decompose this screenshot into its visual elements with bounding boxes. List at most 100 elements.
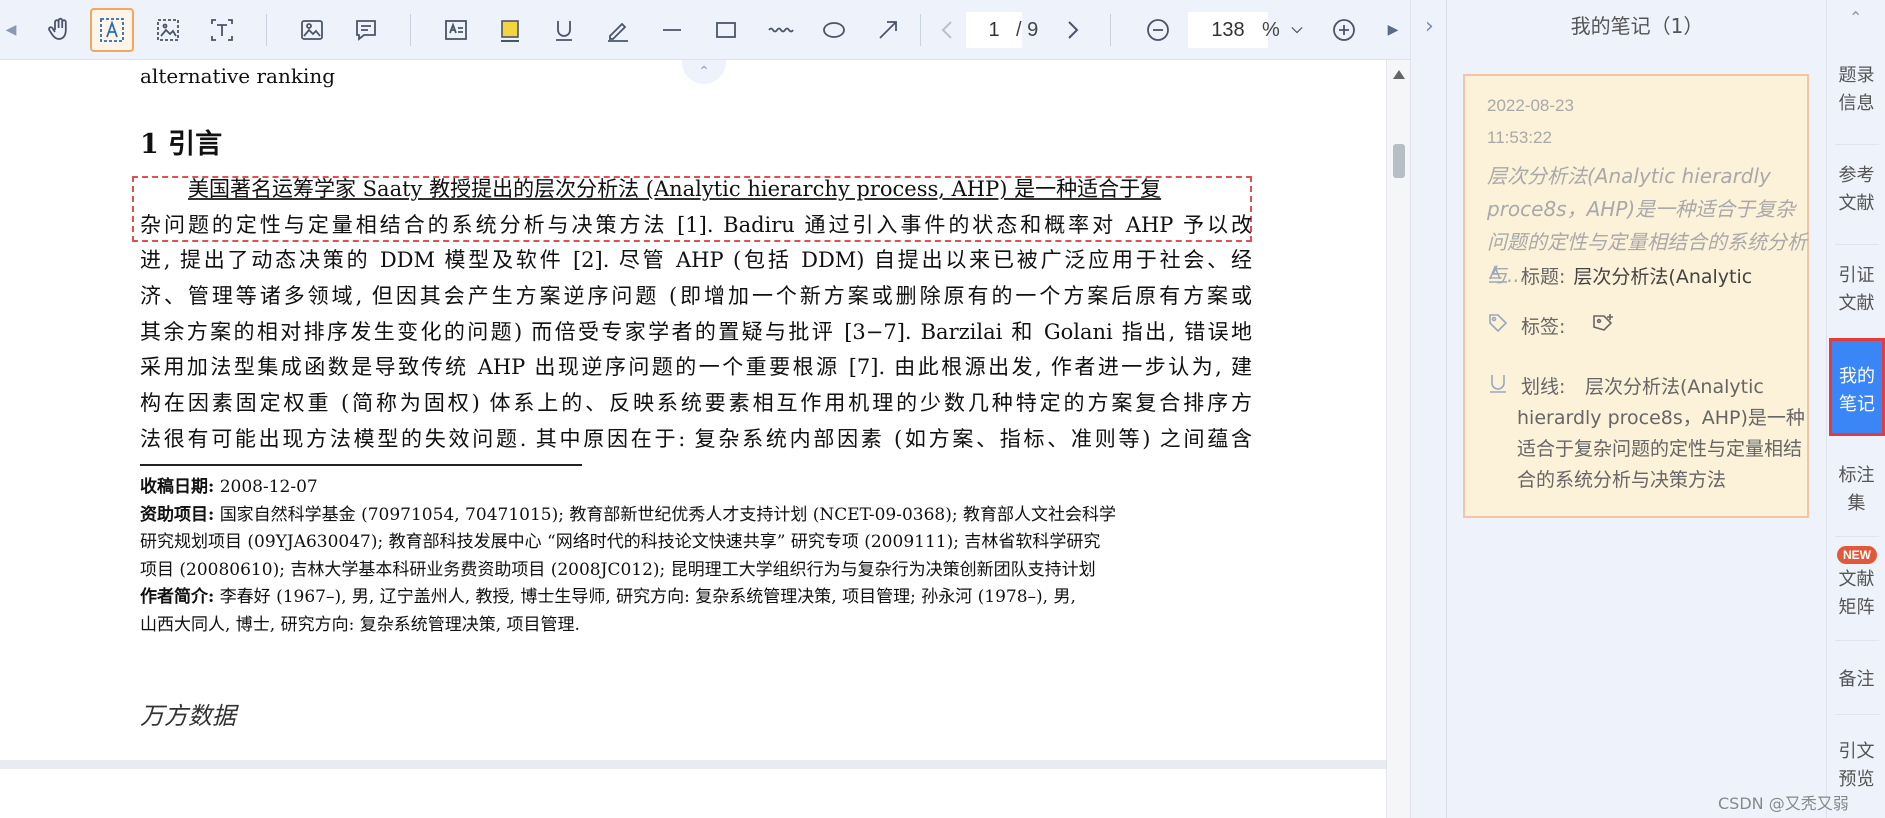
note-date: 2022-08-23 [1487, 96, 1574, 115]
note-title-row: 标题: 层次分析法(Analytic [1487, 262, 1752, 289]
pdf-page: ⌃ alternative ranking 1 引言 美国著名运筹学家 Saat… [0, 60, 1386, 768]
note-title-label: 标题: [1521, 266, 1566, 288]
panel-toggle-strip: › [1410, 0, 1446, 818]
toolbar-scroll-left-icon[interactable]: ◀ [4, 18, 18, 42]
text-annotation-icon [1487, 262, 1521, 289]
wavy-line-tool-icon[interactable] [758, 8, 802, 52]
funding-line: 资助项目: 国家自然科学基金 (70971054, 70471015); 教育部… [140, 502, 1252, 530]
collapse-panel-chevron-icon[interactable]: › [1425, 14, 1434, 39]
highlight-tool-icon[interactable] [488, 8, 532, 52]
watermark-credit: CSDN @又秃又弱 [1718, 794, 1849, 813]
tab-citing-literature[interactable]: 引证 文献 [1827, 262, 1885, 318]
tab-label: 题录 [1838, 65, 1875, 86]
next-page-icon[interactable] [1050, 8, 1094, 52]
tab-annotation-set[interactable]: 标注 集 [1827, 462, 1885, 518]
underline-tool-icon[interactable] [542, 8, 586, 52]
tab-label: 文献 [1838, 569, 1875, 590]
arrow-tool-icon[interactable] [866, 8, 910, 52]
paragraph-line: 采用加法型集成函数是导致传统 AHP 出现逆序问题的一个重要根源 [7]. 由此… [140, 355, 1252, 380]
zoom-level-input[interactable]: 138 [1188, 12, 1268, 48]
tab-divider [1835, 144, 1879, 145]
toolbar-divider [266, 14, 267, 46]
prev-page-icon[interactable] [926, 8, 970, 52]
line-tool-icon[interactable] [650, 8, 694, 52]
tab-label: 参考 [1838, 165, 1875, 186]
section-heading: 1 引言 [140, 129, 223, 160]
tab-label: 标注 [1838, 465, 1875, 486]
tab-label: 文献 [1838, 193, 1875, 214]
zoom-in-icon[interactable] [1322, 8, 1366, 52]
footnote-block: 收稿日期: 2008-12-07 资助项目: 国家自然科学基金 (7097105… [140, 474, 1252, 639]
next-page-area [0, 760, 1386, 818]
text-box-tool-icon[interactable] [200, 8, 244, 52]
text-annotation-icon[interactable] [434, 8, 478, 52]
paragraph-line: 杂问题的定性与定量相结合的系统分析与决策方法 [1]. Badiru 通过引入事… [140, 212, 1252, 237]
insert-image-tool-icon[interactable] [290, 8, 334, 52]
new-badge: NEW [1837, 546, 1877, 564]
received-date-label: 收稿日期: [140, 477, 215, 497]
funding-line: 项目 (20080610); 吉林大学基本科研业务费资助项目 (2008JC01… [140, 559, 1096, 580]
received-date-value: 2008-12-07 [219, 477, 318, 497]
add-tag-icon[interactable] [1591, 312, 1617, 341]
tab-citation-preview[interactable]: 引文 预览 [1827, 738, 1885, 794]
funding-text: 国家自然科学基金 (70971054, 70471015); 教育部新世纪优秀人… [219, 504, 1116, 525]
annotation-toolbar: ◀ 1 / 9 138 % ▶ [0, 0, 1410, 60]
toolbar-divider [1110, 14, 1111, 46]
tab-label: 引文 [1838, 741, 1875, 762]
note-underline-text: 层次分析法(Analytic hierardly proce8s，AHP)是一种… [1517, 376, 1805, 491]
chevron-up-icon[interactable]: ⌃ [1849, 8, 1862, 27]
funding-line: 研究规划项目 (09YJA630047); 教育部科技发展中心 “网络时代的科技… [140, 532, 1101, 552]
watermark-logo: 万方数据 [140, 702, 236, 730]
note-tag-label: 标签: [1521, 316, 1566, 338]
pen-tool-icon[interactable] [596, 8, 640, 52]
previous-section-line: alternative ranking [140, 64, 336, 88]
zoom-out-icon[interactable] [1136, 8, 1180, 52]
intro-paragraph: 美国著名运筹学家 Saaty 教授提出的层次分析法 (Analytic hier… [140, 172, 1252, 458]
toolbar-divider [920, 14, 921, 46]
zoom-unit-label: % [1262, 18, 1280, 41]
note-tag-row: 标签: [1487, 312, 1617, 341]
page-total-label: / 9 [1016, 18, 1039, 41]
note-card[interactable]: 2022-08-23 11:53:22 层次分析法(Analytic hiera… [1463, 74, 1809, 518]
document-scrollbar[interactable] [1386, 60, 1410, 818]
tab-label: 集 [1847, 493, 1866, 514]
author-label: 作者简介: [140, 587, 215, 607]
tab-my-notes[interactable]: 我的 笔记 [1829, 338, 1885, 436]
note-timestamp: 2022-08-23 11:53:22 [1487, 90, 1787, 154]
footnote-rule [140, 464, 582, 466]
collapse-toolbar-icon[interactable]: ⌃ [682, 60, 726, 84]
paragraph-line: 其余方案的相对排序发生变化的问题) 而倍受专家学者的置疑与批评 [3−7]. B… [140, 319, 1252, 344]
scrollbar-thumb[interactable] [1393, 144, 1405, 178]
paragraph-line: 济、管理等诸多领域, 但因其会产生方案逆序问题 (即增加一个新方案或删除原有的一… [140, 284, 1252, 309]
rectangle-tool-icon[interactable] [704, 8, 748, 52]
tab-label: 引证 [1838, 265, 1875, 286]
tab-literature-matrix[interactable]: 文献 矩阵 [1827, 566, 1885, 622]
tab-divider [1835, 714, 1879, 715]
paragraph-line: 进, 提出了动态决策的 DDM 模型及软件 [2]. 尽管 AHP (包括 DD… [140, 248, 1252, 273]
note-time: 11:53:22 [1487, 128, 1552, 147]
tab-references[interactable]: 参考 文献 [1827, 162, 1885, 218]
tab-label: 我的 [1839, 366, 1875, 387]
paragraph-line: 构在因素固定权重 (简称为固权) 体系上的、反映系统要素相互作用机理的少数几种特… [140, 391, 1252, 416]
author-line: 作者简介: 李春好 (1967–), 男, 辽宁盖州人, 教授, 博士生导师, … [140, 584, 1252, 612]
tab-label: 信息 [1838, 93, 1875, 114]
hand-tool-icon[interactable] [38, 8, 82, 52]
comment-tool-icon[interactable] [344, 8, 388, 52]
text-select-tool-icon[interactable] [90, 8, 134, 52]
underline-icon [1487, 372, 1521, 399]
toolbar-divider [410, 14, 411, 46]
scroll-up-icon[interactable] [1393, 70, 1405, 79]
tab-label: 笔记 [1839, 394, 1875, 415]
toolbar-scroll-right-icon[interactable]: ▶ [1386, 18, 1400, 42]
area-select-tool-icon[interactable] [146, 8, 190, 52]
zoom-dropdown-chevron-icon[interactable] [1282, 8, 1312, 52]
tab-remarks[interactable]: 备注 [1827, 666, 1885, 694]
page-number-input[interactable]: 1 [966, 12, 1022, 48]
right-tab-bar: ⌃ 题录 信息 参考 文献 引证 文献 我的 笔记 标注 集 NEW 文献 矩阵… [1826, 0, 1885, 818]
ellipse-tool-icon[interactable] [812, 8, 856, 52]
paragraph-line: 美国著名运筹学家 Saaty 教授提出的层次分析法 (Analytic hier… [188, 177, 1162, 201]
tag-icon [1487, 312, 1521, 339]
funding-label: 资助项目: [140, 504, 215, 525]
tab-bibliographic-info[interactable]: 题录 信息 [1827, 62, 1885, 118]
received-date-line: 收稿日期: 2008-12-07 [140, 474, 1252, 502]
